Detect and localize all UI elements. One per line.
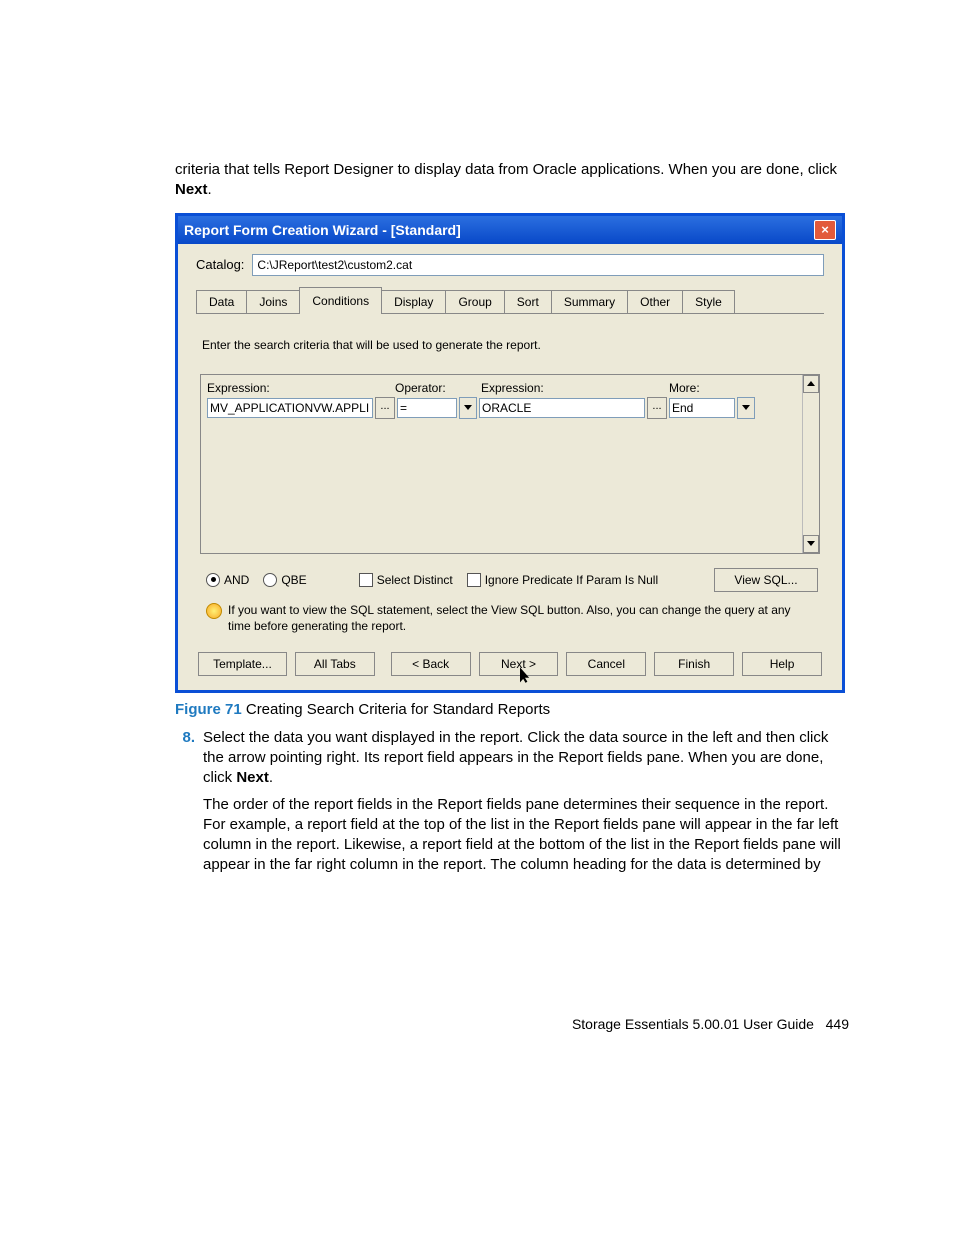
footer-text: Storage Essentials 5.00.01 User Guide xyxy=(572,1016,814,1032)
finish-button[interactable]: Finish xyxy=(654,652,734,676)
tab-summary[interactable]: Summary xyxy=(551,290,628,313)
criteria-grid: Expression: Operator: Expression: More: … xyxy=(200,374,820,554)
col-header-expression1: Expression: xyxy=(207,381,395,395)
col-header-more: More: xyxy=(669,381,761,395)
tab-other[interactable]: Other xyxy=(627,290,683,313)
expression2-browse-button[interactable]: ... xyxy=(647,397,667,419)
expression1-input[interactable] xyxy=(207,398,373,418)
titlebar: Report Form Creation Wizard - [Standard]… xyxy=(178,216,842,244)
more-dropdown-icon[interactable] xyxy=(737,397,755,419)
lightbulb-icon xyxy=(206,603,222,619)
expression1-browse-button[interactable]: ... xyxy=(375,397,395,419)
page-footer: Storage Essentials 5.00.01 User Guide 44… xyxy=(175,1016,849,1032)
tab-sort[interactable]: Sort xyxy=(504,290,552,313)
tab-conditions[interactable]: Conditions xyxy=(299,287,382,314)
help-button[interactable]: Help xyxy=(742,652,822,676)
close-icon[interactable]: × xyxy=(814,220,836,240)
intro-text: criteria that tells Report Designer to d… xyxy=(175,161,837,178)
template-button[interactable]: Template... xyxy=(198,652,287,676)
step8-text-a: Select the data you want displayed in th… xyxy=(203,729,828,787)
figure-text: Creating Search Criteria for Standard Re… xyxy=(242,701,550,718)
expression2-input[interactable] xyxy=(479,398,645,418)
step-number: 8. xyxy=(175,728,195,789)
col-header-operator: Operator: xyxy=(395,381,481,395)
radio-icon xyxy=(263,573,277,587)
more-select[interactable] xyxy=(669,398,735,418)
catalog-label: Catalog: xyxy=(196,257,244,272)
tabstrip: Data Joins Conditions Display Group Sort… xyxy=(196,286,824,314)
intro-bold: Next xyxy=(175,181,208,198)
tab-display[interactable]: Display xyxy=(381,290,446,313)
view-sql-button[interactable]: View SQL... xyxy=(714,568,818,592)
back-button[interactable]: < Back xyxy=(391,652,471,676)
step8-bold: Next xyxy=(236,769,269,786)
radio-icon xyxy=(206,573,220,587)
operator-dropdown-icon[interactable] xyxy=(459,397,477,419)
wizard-window: Report Form Creation Wizard - [Standard]… xyxy=(175,213,845,693)
step8-paragraph: The order of the report fields in the Re… xyxy=(203,795,849,876)
all-tabs-button[interactable]: All Tabs xyxy=(295,652,375,676)
scroll-down-icon[interactable] xyxy=(803,535,819,553)
qbe-label: QBE xyxy=(281,573,306,587)
checkbox-icon xyxy=(359,573,373,587)
grid-scrollbar[interactable] xyxy=(802,375,819,553)
intro-paragraph: criteria that tells Report Designer to d… xyxy=(175,160,849,201)
select-distinct-checkbox[interactable]: Select Distinct xyxy=(359,573,453,587)
tab-style[interactable]: Style xyxy=(682,290,735,313)
distinct-label: Select Distinct xyxy=(377,573,453,587)
instruction-text: Enter the search criteria that will be u… xyxy=(202,338,824,352)
ignore-predicate-checkbox[interactable]: Ignore Predicate If Param Is Null xyxy=(467,573,658,587)
scroll-up-icon[interactable] xyxy=(803,375,819,393)
next-button[interactable]: Next > xyxy=(479,652,559,676)
col-header-expression2: Expression: xyxy=(481,381,669,395)
operator-select[interactable] xyxy=(397,398,457,418)
cancel-button[interactable]: Cancel xyxy=(566,652,646,676)
hint-text: If you want to view the SQL statement, s… xyxy=(228,602,814,634)
and-label: AND xyxy=(224,573,249,587)
tab-group[interactable]: Group xyxy=(445,290,504,313)
qbe-radio[interactable]: QBE xyxy=(263,573,306,587)
figure-label: Figure 71 xyxy=(175,701,242,718)
tab-joins[interactable]: Joins xyxy=(246,290,300,313)
step8-tail: . xyxy=(269,769,273,786)
and-radio[interactable]: AND xyxy=(206,573,249,587)
figure-caption: Figure 71 Creating Search Criteria for S… xyxy=(175,701,849,718)
checkbox-icon xyxy=(467,573,481,587)
window-title: Report Form Creation Wizard - [Standard] xyxy=(184,222,461,238)
catalog-input[interactable] xyxy=(252,254,824,276)
ignore-label: Ignore Predicate If Param Is Null xyxy=(485,573,658,587)
tab-data[interactable]: Data xyxy=(196,290,247,313)
step-8: 8. Select the data you want displayed in… xyxy=(175,728,849,789)
page-number: 449 xyxy=(826,1016,849,1032)
intro-tail: . xyxy=(208,181,212,198)
